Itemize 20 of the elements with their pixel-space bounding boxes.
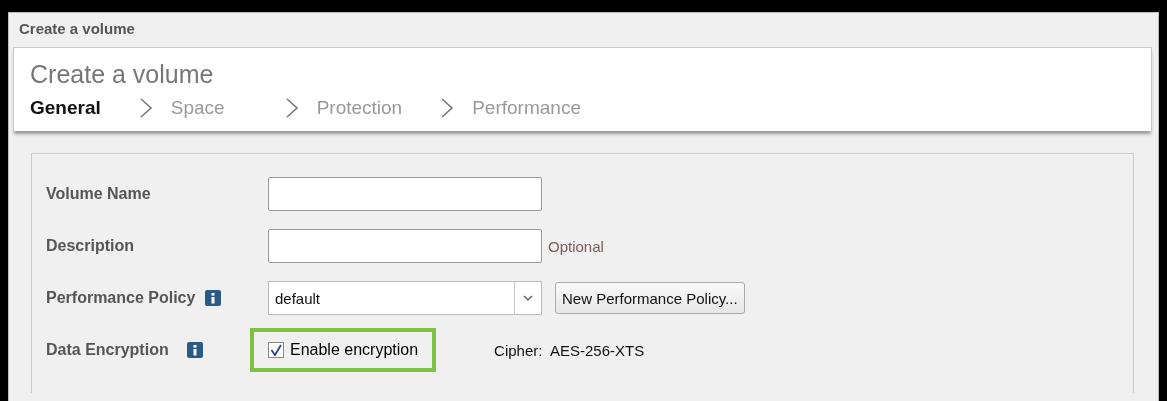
new-policy-button[interactable]: New Performance Policy... <box>555 282 745 314</box>
checkbox[interactable] <box>268 342 284 358</box>
cipher-text: Cipher: AES-256-XTS <box>494 341 645 359</box>
text-field[interactable] <box>268 177 542 211</box>
caret-icon <box>523 294 533 302</box>
window-title: Create a volume <box>19 19 135 37</box>
field-label: Volume Name <box>46 185 151 203</box>
dropdown-field[interactable]: default <box>268 281 542 315</box>
field-label: Description <box>46 237 134 255</box>
checkbox-label[interactable]: Enable encryption <box>290 341 419 359</box>
chevron-icon <box>138 97 153 119</box>
chevron-icon <box>284 97 299 119</box>
wizard-step[interactable]: General <box>30 97 101 119</box>
check-icon <box>270 344 282 356</box>
field-label: Performance Policy <box>46 289 196 307</box>
text-field[interactable] <box>268 229 542 263</box>
field-label: Data Encryption <box>46 341 169 359</box>
chevron-icon <box>440 97 455 119</box>
page-title: Create a volume <box>30 60 215 89</box>
hint-text: Optional <box>548 237 604 255</box>
